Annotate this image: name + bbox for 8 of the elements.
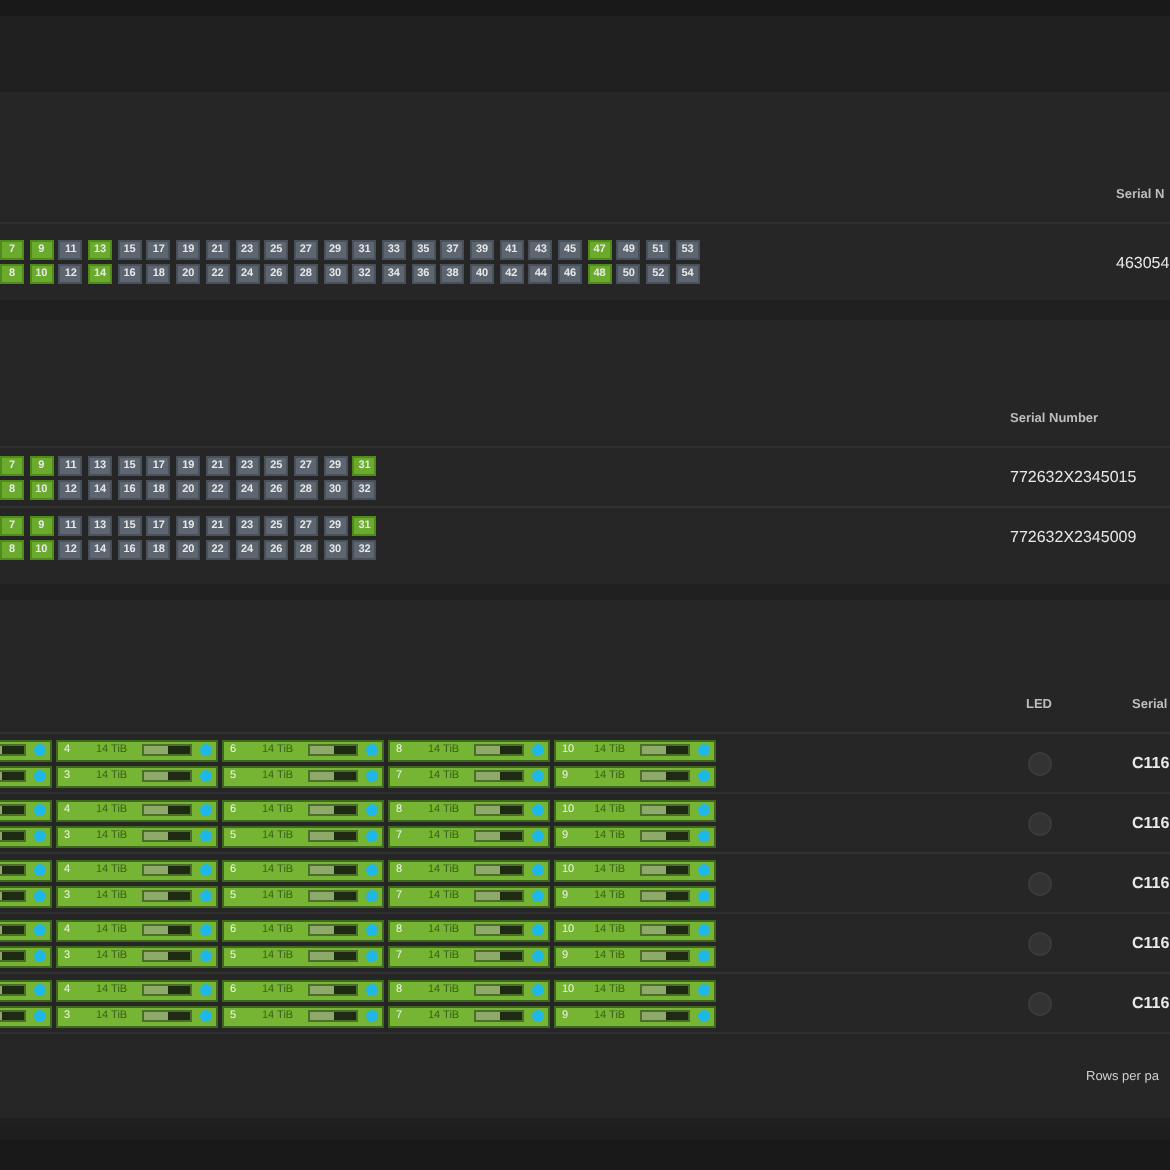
serial-number: 463054: [1116, 253, 1170, 271]
serial-number: C116: [1132, 754, 1170, 772]
serial-number: 772632X2345015: [1010, 468, 1139, 486]
serial-number: C116: [1132, 934, 1170, 952]
serial-number: 772632X2345009: [1010, 528, 1139, 546]
serial-number: C116: [1132, 994, 1170, 1012]
serial-number: C116: [1132, 874, 1170, 892]
serial-number: C116: [1132, 814, 1170, 832]
